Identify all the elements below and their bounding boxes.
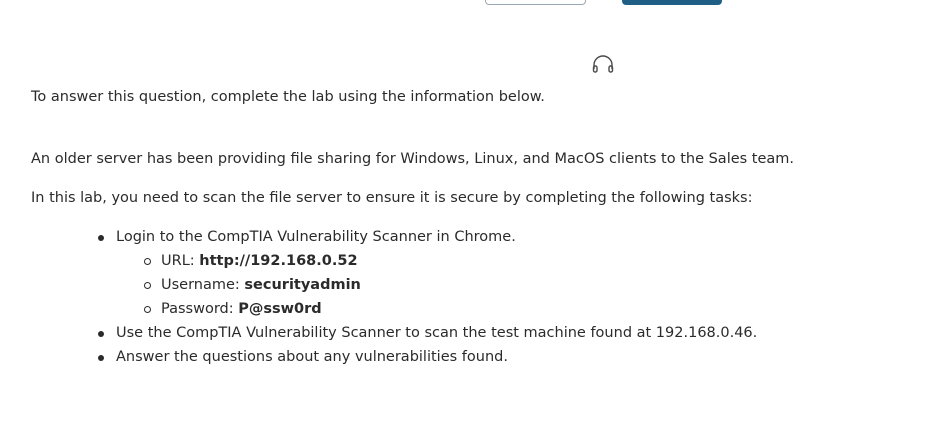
headphones-icon[interactable] <box>591 54 615 74</box>
url-label: URL: <box>161 253 200 269</box>
task-answer: Answer the questions about any vulnerabi… <box>98 347 911 367</box>
username-label: Username: <box>161 277 245 293</box>
primary-button[interactable] <box>622 0 722 5</box>
url-value: http://192.168.0.52 <box>199 253 358 269</box>
task-list: Login to the CompTIA Vulnerability Scann… <box>31 227 911 367</box>
intro-text: To answer this question, complete the la… <box>31 89 545 105</box>
secondary-button[interactable] <box>485 0 586 5</box>
scenario-description: An older server has been providing file … <box>31 151 795 167</box>
credential-username: Username: securityadmin <box>144 275 911 295</box>
task-scan: Use the CompTIA Vulnerability Scanner to… <box>98 323 911 343</box>
username-value: securityadmin <box>244 277 361 293</box>
task-login: Login to the CompTIA Vulnerability Scann… <box>98 227 911 319</box>
task-intro-text: In this lab, you need to scan the file s… <box>31 190 753 206</box>
password-label: Password: <box>161 301 239 317</box>
credential-password: Password: P@ssw0rd <box>144 299 911 319</box>
credential-url: URL: http://192.168.0.52 <box>144 251 911 271</box>
password-value: P@ssw0rd <box>238 301 322 317</box>
task-login-text: Login to the CompTIA Vulnerability Scann… <box>116 229 516 245</box>
credentials-list: URL: http://192.168.0.52 Username: secur… <box>116 251 911 319</box>
lab-instructions: To answer this question, complete the la… <box>31 87 911 371</box>
